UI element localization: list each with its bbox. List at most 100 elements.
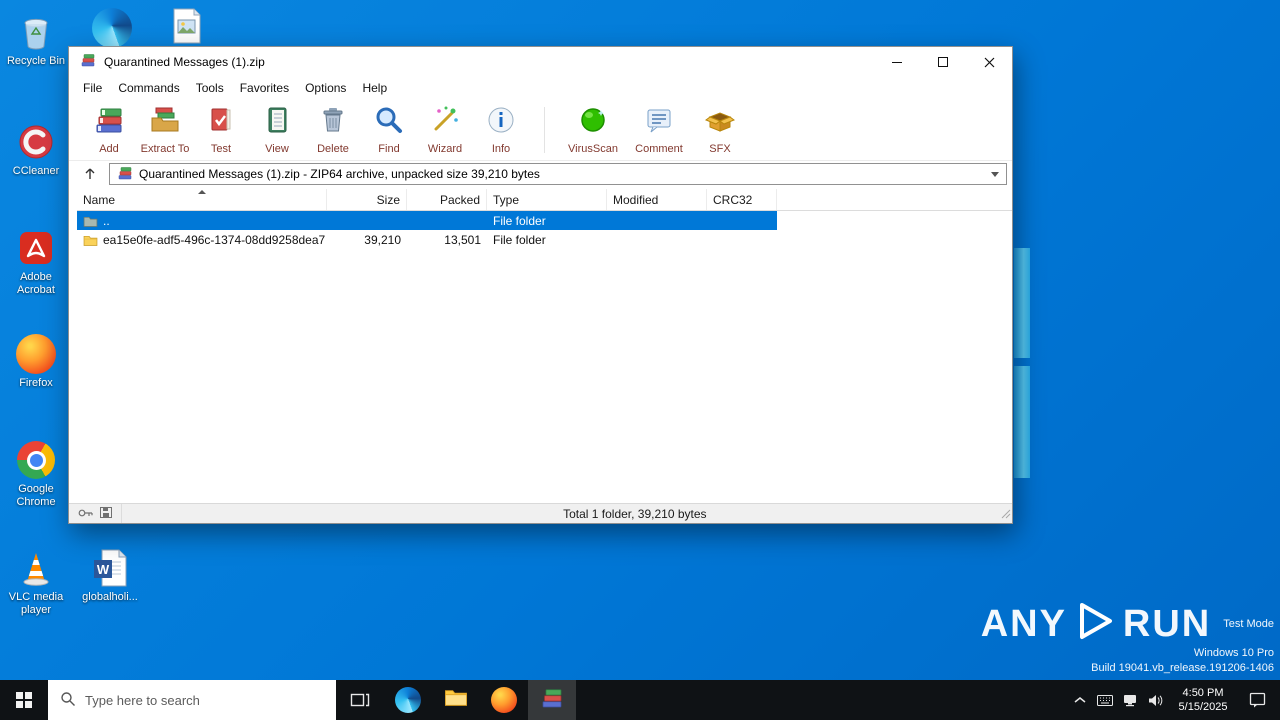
action-center-icon[interactable] <box>1239 680 1277 720</box>
desktop-icon-vlc[interactable]: VLC media player <box>4 548 68 617</box>
toolbar-label: Delete <box>317 143 349 155</box>
menu-tools[interactable]: Tools <box>188 81 232 95</box>
edge-icon <box>92 8 132 48</box>
file-row-folder[interactable]: ea15e0fe-adf5-496c-1374-08dd9258dea7 39,… <box>77 230 777 249</box>
tray-volume-icon[interactable] <box>1142 680 1167 720</box>
menu-file[interactable]: File <box>75 81 110 95</box>
clock-date: 5/15/2025 <box>1178 701 1228 713</box>
chrome-icon <box>16 440 56 480</box>
desktop-icon-firefox[interactable]: Firefox <box>4 334 68 390</box>
menu-help[interactable]: Help <box>354 81 395 95</box>
window-title: Quarantined Messages (1).zip <box>104 55 265 69</box>
test-book-icon <box>205 104 237 141</box>
magic-wand-icon <box>429 104 461 141</box>
toolbar-virusscan-button[interactable]: VirusScan <box>560 101 626 159</box>
task-view-button[interactable] <box>336 680 384 720</box>
toolbar-label: Wizard <box>427 143 463 155</box>
column-crc32[interactable]: CRC32 <box>707 189 777 210</box>
taskbar-firefox-button[interactable] <box>480 680 528 720</box>
toolbar-add-button[interactable]: Add <box>81 101 137 159</box>
watermark-os: Windows 10 Pro <box>1193 647 1274 659</box>
edge-icon <box>395 687 421 713</box>
tray-keyboard-icon[interactable] <box>1092 680 1117 720</box>
desktop-icon-label: CCleaner <box>12 165 60 177</box>
firefox-icon <box>16 334 56 374</box>
desktop-icon-label: globalholi... <box>82 591 138 603</box>
desktop-icon-ccleaner[interactable]: CCleaner <box>4 122 68 178</box>
taskbar-file-explorer-button[interactable] <box>432 680 480 720</box>
menu-favorites[interactable]: Favorites <box>232 81 297 95</box>
desktop-icon-image-file[interactable] <box>154 6 218 46</box>
taskbar-clock[interactable]: 4:50 PM 5/15/2025 <box>1167 686 1239 714</box>
clock-time: 4:50 PM <box>1182 687 1224 699</box>
watermark-mode: Test Mode <box>1223 617 1274 630</box>
toolbar-label: Test <box>210 143 232 155</box>
combo-dropdown-icon[interactable] <box>991 171 999 177</box>
firefox-icon <box>491 687 517 713</box>
close-button[interactable] <box>966 47 1012 77</box>
menu-commands[interactable]: Commands <box>110 81 187 95</box>
word-document-icon: W <box>90 548 130 588</box>
taskbar: Type here to search 4:50 PM 5/15/2025 <box>0 680 1280 720</box>
desktop-icon-label: Adobe Acrobat <box>17 271 55 296</box>
window-titlebar[interactable]: Quarantined Messages (1).zip <box>69 47 1012 77</box>
column-size[interactable]: Size <box>327 189 407 210</box>
desktop-icon-google-chrome[interactable]: Google Chrome <box>4 440 68 509</box>
svg-text:W: W <box>97 562 110 577</box>
toolbar-sfx-button[interactable]: SFX <box>692 101 748 159</box>
column-packed[interactable]: Packed <box>407 189 487 210</box>
taskbar-winrar-button[interactable] <box>528 680 576 720</box>
file-row-up-level[interactable]: .. File folder <box>77 211 777 230</box>
menu-options[interactable]: Options <box>297 81 354 95</box>
taskbar-search[interactable]: Type here to search <box>48 680 336 720</box>
desktop-icon-edge[interactable] <box>80 8 144 48</box>
folder-icon <box>83 234 98 246</box>
ccleaner-icon <box>16 122 56 162</box>
column-type[interactable]: Type <box>487 189 607 210</box>
desktop-icon-adobe-acrobat[interactable]: Adobe Acrobat <box>4 228 68 297</box>
file-explorer-icon <box>443 685 469 716</box>
add-books-icon <box>93 104 125 141</box>
vlc-icon <box>16 548 56 588</box>
sfx-box-icon <box>704 104 736 141</box>
archive-path-combo[interactable]: Quarantined Messages (1).zip - ZIP64 arc… <box>109 163 1007 185</box>
desktop-icon-word-doc[interactable]: W globalholi... <box>78 548 142 604</box>
status-total-text: Total 1 folder, 39,210 bytes <box>563 506 707 521</box>
desktop: Recycle Bin CCleaner Adobe Acrobat Firef… <box>0 0 1280 720</box>
column-name[interactable]: Name <box>77 189 327 210</box>
toolbar-label: Find <box>378 143 400 155</box>
toolbar-separator <box>544 106 545 153</box>
disk-icon <box>100 506 112 521</box>
toolbar-wizard-button[interactable]: Wizard <box>417 101 473 159</box>
tray-network-icon[interactable] <box>1117 680 1142 720</box>
magnifier-icon <box>373 104 405 141</box>
view-notebook-icon <box>261 104 293 141</box>
toolbar-delete-button[interactable]: Delete <box>305 101 361 159</box>
toolbar-view-button[interactable]: View <box>249 101 305 159</box>
maximize-button[interactable] <box>920 47 966 77</box>
adobe-acrobat-icon <box>16 228 56 268</box>
toolbar-comment-button[interactable]: Comment <box>626 101 692 159</box>
archive-path-text: Quarantined Messages (1).zip - ZIP64 arc… <box>139 167 540 181</box>
start-button[interactable] <box>0 680 48 720</box>
extract-folder-icon <box>149 104 181 141</box>
status-bar: Total 1 folder, 39,210 bytes <box>69 503 1012 523</box>
toolbar-info-button[interactable]: Info <box>473 101 529 159</box>
column-modified[interactable]: Modified <box>607 189 707 210</box>
menu-bar: File Commands Tools Favorites Options He… <box>69 77 1012 99</box>
desktop-icon-recycle-bin[interactable]: Recycle Bin <box>4 12 68 68</box>
resize-grip[interactable] <box>1000 508 1011 522</box>
toolbar-find-button[interactable]: Find <box>361 101 417 159</box>
folder-up-icon <box>83 215 98 227</box>
tray-chevron-icon[interactable] <box>1067 680 1092 720</box>
up-level-button[interactable] <box>76 163 104 185</box>
watermark-build: Build 19041.vb_release.191206-1406 <box>1091 662 1274 674</box>
anyrun-brand-left: ANY <box>980 602 1067 645</box>
recycle-bin-icon <box>16 12 56 52</box>
taskbar-edge-button[interactable] <box>384 680 432 720</box>
windows-logo-icon <box>16 692 32 708</box>
toolbar-test-button[interactable]: Test <box>193 101 249 159</box>
toolbar-extract-button[interactable]: Extract To <box>137 101 193 159</box>
virusscan-orb-icon <box>577 104 609 141</box>
minimize-button[interactable] <box>874 47 920 77</box>
